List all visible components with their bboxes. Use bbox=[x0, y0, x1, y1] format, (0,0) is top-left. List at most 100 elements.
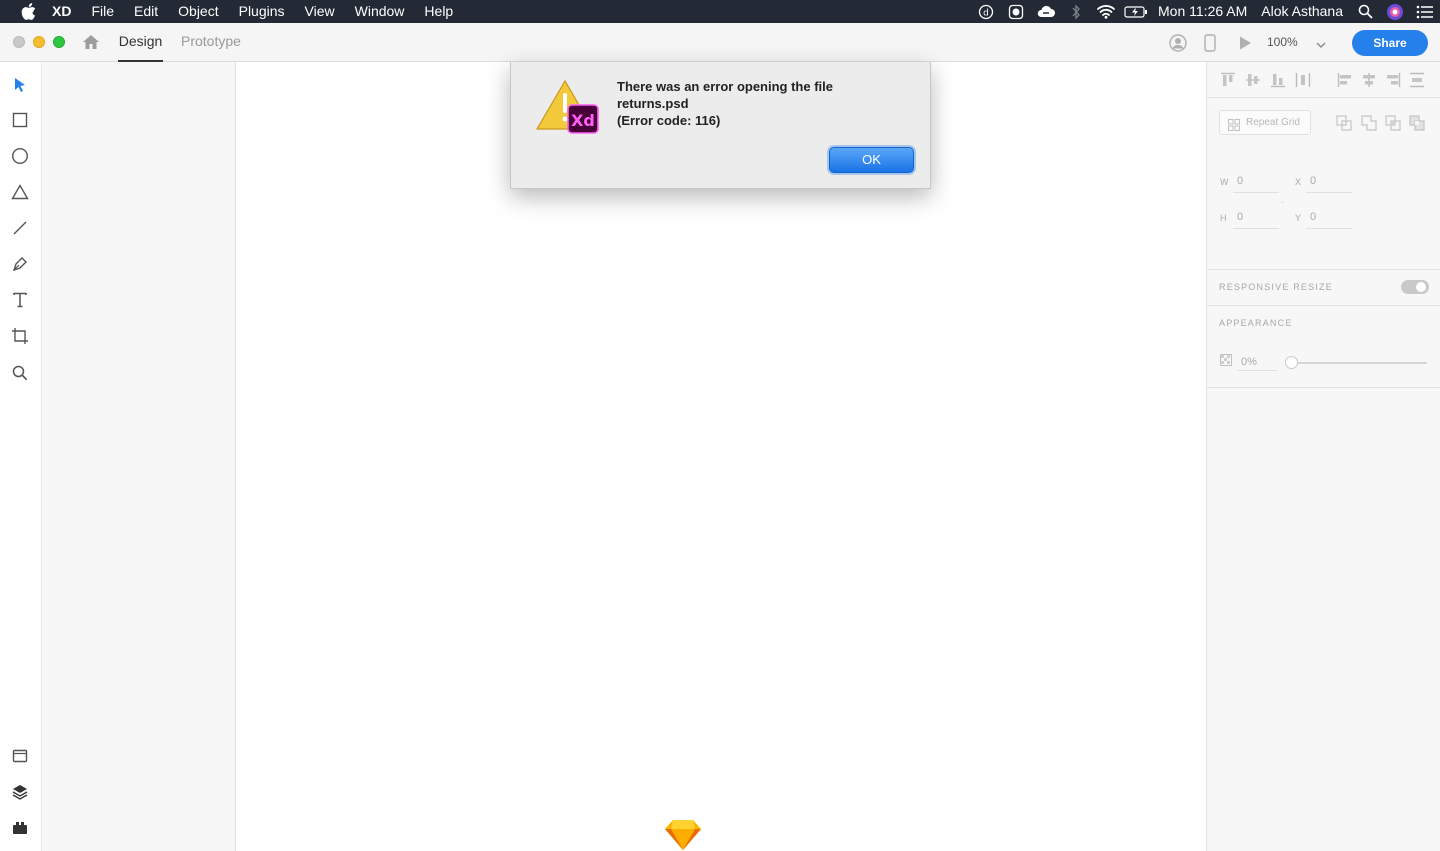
responsive-resize-label: RESPONSIVE RESIZE bbox=[1219, 282, 1333, 292]
fantastical-icon[interactable] bbox=[1001, 0, 1031, 23]
menu-bar: XD File Edit Object Plugins View Window … bbox=[0, 0, 1440, 23]
width-field[interactable]: 0 bbox=[1237, 175, 1243, 187]
rectangle-tool-icon[interactable] bbox=[10, 110, 30, 130]
menu-edit[interactable]: Edit bbox=[124, 0, 168, 23]
creative-cloud-icon[interactable]: d bbox=[971, 0, 1001, 23]
cloud-icon[interactable] bbox=[1031, 0, 1061, 23]
y-label: Y bbox=[1295, 213, 1302, 223]
distribute-horizontal-icon[interactable] bbox=[1295, 72, 1311, 88]
pen-tool-icon[interactable] bbox=[10, 254, 30, 274]
exclude-overlap-icon[interactable] bbox=[1409, 115, 1425, 131]
battery-icon[interactable] bbox=[1121, 0, 1151, 23]
x-field[interactable]: 0 bbox=[1310, 175, 1316, 187]
opacity-field-underline bbox=[1237, 370, 1277, 371]
dialog-message-line1: There was an error opening the file bbox=[617, 79, 833, 94]
x-label: X bbox=[1295, 177, 1302, 187]
menubar-clock[interactable]: Mon 11:26 AM bbox=[1151, 0, 1254, 23]
ellipse-tool-icon[interactable] bbox=[10, 146, 30, 166]
align-left-icon[interactable] bbox=[1337, 72, 1353, 88]
app-toolbar: Design Prototype 100% Share bbox=[0, 23, 1440, 62]
intersect-icon[interactable] bbox=[1385, 115, 1401, 131]
window-minimize-button[interactable] bbox=[33, 36, 45, 48]
wifi-icon[interactable] bbox=[1091, 0, 1121, 23]
xd-badge-text: Xd bbox=[571, 111, 595, 130]
dialog-message-line3: (Error code: 116) bbox=[617, 113, 721, 128]
y-field-underline bbox=[1306, 228, 1352, 229]
responsive-resize-toggle[interactable] bbox=[1401, 280, 1429, 294]
ok-button[interactable]: OK bbox=[829, 147, 914, 173]
assets-icon[interactable] bbox=[10, 746, 30, 766]
tool-bar bbox=[0, 62, 42, 851]
coediting-avatar-icon[interactable] bbox=[1168, 33, 1188, 53]
zoom-tool-icon[interactable] bbox=[10, 363, 30, 383]
layers-icon[interactable] bbox=[10, 782, 30, 802]
height-field-underline bbox=[1233, 228, 1279, 229]
subtract-icon[interactable] bbox=[1336, 115, 1352, 131]
layers-panel bbox=[42, 62, 236, 851]
artboard-tool-icon[interactable] bbox=[10, 326, 30, 346]
device-preview-icon[interactable] bbox=[1200, 33, 1220, 53]
dialog-message-line2: returns.psd bbox=[617, 96, 689, 111]
home-icon[interactable] bbox=[82, 34, 100, 50]
siri-icon[interactable] bbox=[1380, 0, 1410, 23]
menu-object[interactable]: Object bbox=[168, 0, 228, 23]
menu-window[interactable]: Window bbox=[345, 0, 415, 23]
opacity-icon bbox=[1220, 354, 1232, 366]
plugins-icon[interactable] bbox=[10, 818, 30, 838]
opacity-slider-handle[interactable] bbox=[1285, 356, 1298, 369]
opacity-slider-track[interactable] bbox=[1291, 362, 1427, 364]
chevron-down-icon[interactable] bbox=[1314, 37, 1328, 48]
tab-design[interactable]: Design bbox=[118, 23, 163, 62]
warning-icon: Xd bbox=[535, 77, 601, 139]
height-field[interactable]: 0 bbox=[1237, 211, 1243, 223]
text-tool-icon[interactable] bbox=[10, 290, 30, 310]
menubar-user-name[interactable]: Alok Asthana bbox=[1254, 0, 1350, 23]
polygon-tool-icon[interactable] bbox=[10, 182, 30, 202]
select-tool-icon[interactable] bbox=[10, 75, 30, 95]
align-right-icon[interactable] bbox=[1385, 72, 1401, 88]
share-button[interactable]: Share bbox=[1352, 30, 1428, 56]
property-inspector: Repeat Grid W 0 X 0 H 0 Y 0 RESPONSIVE R… bbox=[1206, 62, 1440, 851]
appearance-section: APPEARANCE 0% bbox=[1207, 306, 1440, 388]
x-field-underline bbox=[1306, 192, 1352, 193]
menu-plugins[interactable]: Plugins bbox=[229, 0, 295, 23]
dialog-message: There was an error opening the file retu… bbox=[617, 78, 907, 129]
align-middle-icon[interactable] bbox=[1245, 72, 1261, 88]
sketch-app-icon[interactable] bbox=[663, 817, 703, 851]
add-icon[interactable] bbox=[1361, 115, 1377, 131]
repeat-grid-button[interactable]: Repeat Grid bbox=[1219, 110, 1311, 135]
menu-view[interactable]: View bbox=[295, 0, 345, 23]
svg-text:d: d bbox=[983, 8, 989, 18]
menu-app-xd[interactable]: XD bbox=[38, 0, 81, 23]
appearance-label: APPEARANCE bbox=[1219, 318, 1293, 328]
notification-center-icon[interactable] bbox=[1410, 0, 1440, 23]
window-close-button[interactable] bbox=[13, 36, 25, 48]
width-label: W bbox=[1220, 177, 1229, 187]
error-dialog: Xd There was an error opening the file r… bbox=[510, 62, 931, 189]
repeat-grid-label: Repeat Grid bbox=[1246, 117, 1300, 128]
line-tool-icon[interactable] bbox=[10, 218, 30, 238]
menu-file[interactable]: File bbox=[81, 0, 124, 23]
play-preview-icon[interactable] bbox=[1235, 33, 1255, 53]
tab-prototype[interactable]: Prototype bbox=[181, 23, 241, 62]
align-top-icon[interactable] bbox=[1220, 72, 1236, 88]
responsive-resize-row: RESPONSIVE RESIZE bbox=[1207, 270, 1440, 306]
align-bottom-icon[interactable] bbox=[1270, 72, 1286, 88]
repeat-grid-row: Repeat Grid bbox=[1207, 108, 1440, 152]
dimensions-section: W 0 X 0 H 0 Y 0 bbox=[1207, 152, 1440, 270]
window-maximize-button[interactable] bbox=[53, 36, 65, 48]
lock-aspect-icon[interactable] bbox=[1281, 202, 1284, 203]
y-field[interactable]: 0 bbox=[1310, 211, 1316, 223]
apple-icon[interactable] bbox=[18, 3, 38, 20]
height-label: H bbox=[1220, 213, 1227, 223]
zoom-level[interactable]: 100% bbox=[1267, 23, 1298, 62]
width-field-underline bbox=[1233, 192, 1279, 193]
align-center-icon[interactable] bbox=[1361, 72, 1377, 88]
menu-help[interactable]: Help bbox=[414, 0, 463, 23]
opacity-field[interactable]: 0% bbox=[1241, 356, 1257, 368]
grid-icon bbox=[1228, 117, 1240, 131]
bluetooth-icon[interactable] bbox=[1061, 0, 1091, 23]
spotlight-search-icon[interactable] bbox=[1350, 0, 1380, 23]
align-toolbar bbox=[1207, 62, 1440, 98]
distribute-vertical-icon[interactable] bbox=[1409, 72, 1425, 88]
